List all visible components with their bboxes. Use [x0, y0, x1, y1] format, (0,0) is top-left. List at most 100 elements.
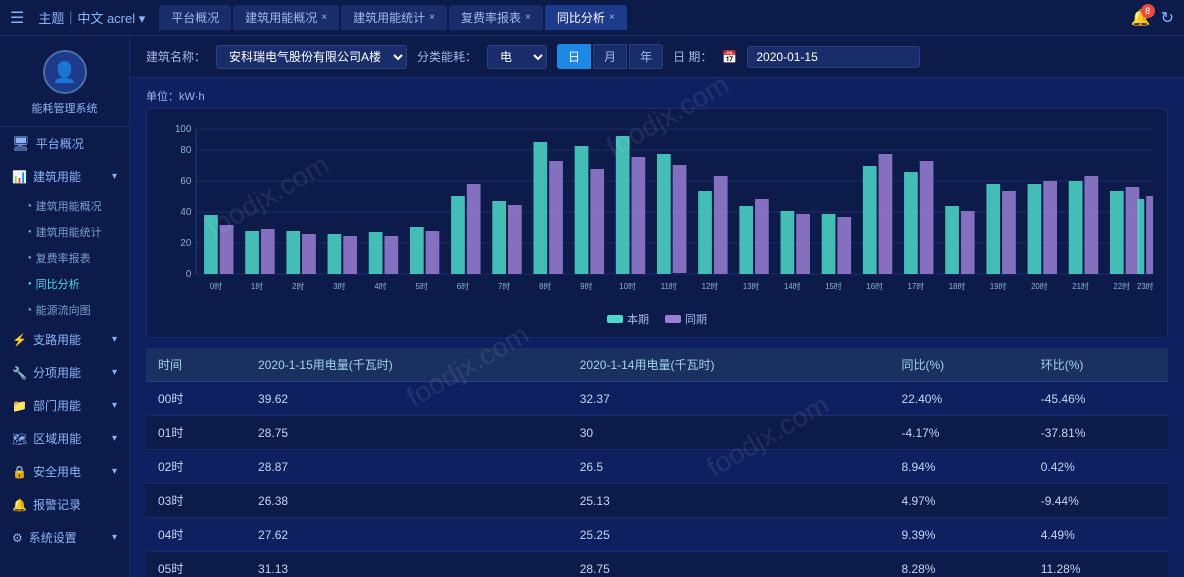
notification-badge: 8: [1141, 4, 1155, 18]
cell-current: 39.62: [246, 382, 568, 416]
legend-color-previous: [665, 315, 681, 323]
cell-current: 26.38: [246, 484, 568, 518]
sidebar-item-platform[interactable]: 🖥 平台概况: [0, 127, 129, 160]
svg-text:11时: 11时: [661, 281, 677, 291]
sidebar-item-branch[interactable]: ⚡ 支路用能 ▾: [0, 323, 129, 356]
chart-container: 0 20 40 60 80 100 0时 1时: [146, 108, 1168, 338]
sidebar-item-energy-flow[interactable]: 能源流向图: [16, 297, 129, 323]
sidebar-item-building[interactable]: 📊 建筑用能 ▾: [0, 160, 129, 193]
close-icon[interactable]: ×: [429, 12, 435, 23]
tab-platform[interactable]: 平台概况: [159, 5, 231, 30]
category-select[interactable]: 电: [487, 45, 547, 69]
svg-text:0时: 0时: [210, 281, 222, 291]
btn-period-month[interactable]: 月: [593, 44, 627, 69]
date-input[interactable]: [747, 46, 920, 68]
btn-period-day[interactable]: 日: [557, 44, 591, 69]
cell-time: 02时: [146, 450, 246, 484]
svg-text:4时: 4时: [374, 281, 386, 291]
cell-yoy: 9.39%: [889, 518, 1028, 552]
table-row: 02时28.8726.58.94%0.42%: [146, 450, 1168, 484]
svg-text:16时: 16时: [866, 281, 883, 291]
main-content: 建筑名称： 安科瑞电气股份有限公司A楼 分类能耗： 电 日 月 年 日 期： 📅…: [130, 36, 1184, 577]
legend-current: 本期: [607, 311, 649, 327]
cell-current: 27.62: [246, 518, 568, 552]
tab-building-overview[interactable]: 建筑用能概况 ×: [233, 5, 339, 30]
tab-rate-report[interactable]: 复费率报表 ×: [449, 5, 543, 30]
col-header-chain: 环比(%): [1029, 348, 1168, 382]
close-icon[interactable]: ×: [525, 12, 531, 23]
svg-text:20: 20: [180, 238, 191, 249]
svg-text:10时: 10时: [619, 281, 636, 291]
svg-text:1时: 1时: [251, 281, 263, 291]
category-icon: 🔧: [12, 366, 27, 380]
svg-text:18时: 18时: [949, 281, 966, 291]
svg-text:12时: 12时: [702, 281, 719, 291]
cell-time: 04时: [146, 518, 246, 552]
sidebar-sub-building: 建筑用能概况 建筑用能统计 复费率报表 同比分析 能源流向图: [0, 193, 129, 323]
chevron-down-icon: ▾: [112, 171, 117, 182]
notification-icon[interactable]: 🔔 8: [1131, 8, 1151, 28]
sidebar-item-building-stats[interactable]: 建筑用能统计: [16, 219, 129, 245]
date-label: 日 期：: [673, 48, 712, 65]
sidebar-item-safety[interactable]: 🔒 安全用电 ▾: [0, 455, 129, 488]
close-icon[interactable]: ×: [321, 12, 327, 23]
tab-yoy-analysis[interactable]: 同比分析 ×: [545, 5, 627, 30]
svg-text:40: 40: [180, 207, 191, 218]
building-select[interactable]: 安科瑞电气股份有限公司A楼: [216, 45, 407, 69]
platform-icon: 🖥: [12, 135, 30, 152]
close-icon[interactable]: ×: [609, 12, 615, 23]
cell-previous: 25.25: [568, 518, 890, 552]
tab-bar: 平台概况 建筑用能概况 × 建筑用能统计 × 复费率报表 × 同比分析 ×: [159, 5, 1124, 30]
filter-bar: 建筑名称： 安科瑞电气股份有限公司A楼 分类能耗： 电 日 月 年 日 期： 📅: [130, 36, 1184, 78]
svg-text:19时: 19时: [990, 281, 1007, 291]
chart-legend: 本期 同期: [157, 311, 1157, 327]
sidebar: 👤 能耗管理系统 🖥 平台概况 📊 建筑用能 ▾ 建筑用能概况 建筑用能统计 复…: [0, 36, 130, 577]
sidebar-item-yoy-analysis[interactable]: 同比分析: [16, 271, 129, 297]
sidebar-item-alarm[interactable]: 🔔 报警记录: [0, 488, 129, 521]
chevron-down-icon: ▾: [112, 367, 117, 378]
btn-period-year[interactable]: 年: [629, 44, 663, 69]
table-row: 01时28.7530-4.17%-37.81%: [146, 416, 1168, 450]
brand-label: 主题｜中文 acrel ▾: [38, 8, 145, 27]
svg-text:5时: 5时: [416, 281, 428, 291]
sidebar-item-rate-report[interactable]: 复费率报表: [16, 245, 129, 271]
chevron-down-icon: ▾: [112, 334, 117, 345]
area-icon: 🗺: [12, 432, 27, 446]
svg-text:21时: 21时: [1072, 281, 1089, 291]
cell-yoy: 8.94%: [889, 450, 1028, 484]
alarm-icon: 🔔: [12, 498, 27, 512]
svg-text:20时: 20时: [1031, 281, 1048, 291]
cell-current: 28.75: [246, 416, 568, 450]
system-title: 能耗管理系统: [32, 100, 98, 116]
data-table-wrap: 时间 2020-1-15用电量(千瓦时) 2020-1-14用电量(千瓦时) 同…: [130, 348, 1184, 577]
legend-color-current: [607, 315, 623, 323]
cell-chain: 0.42%: [1029, 450, 1168, 484]
sidebar-item-settings[interactable]: ⚙ 系统设置 ▾: [0, 521, 129, 554]
sidebar-item-area[interactable]: 🗺 区域用能 ▾: [0, 422, 129, 455]
svg-text:100: 100: [175, 124, 192, 135]
cell-chain: 4.49%: [1029, 518, 1168, 552]
cell-time: 05时: [146, 552, 246, 577]
svg-text:0: 0: [186, 269, 192, 280]
col-header-previous: 2020-1-14用电量(千瓦时): [568, 348, 890, 382]
legend-previous: 同期: [665, 311, 707, 327]
chevron-down-icon: ▾: [112, 532, 117, 543]
sidebar-user: 👤 能耗管理系统: [0, 36, 129, 127]
tab-building-stats[interactable]: 建筑用能统计 ×: [341, 5, 447, 30]
cell-previous: 28.75: [568, 552, 890, 577]
chart-unit: 单位：kW·h: [146, 88, 1168, 104]
cell-current: 28.87: [246, 450, 568, 484]
bar-chart: 0 20 40 60 80 100 0时 1时: [157, 119, 1157, 304]
svg-text:3时: 3时: [333, 281, 345, 291]
svg-text:7时: 7时: [498, 281, 510, 291]
sidebar-item-category[interactable]: 🔧 分项用能 ▾: [0, 356, 129, 389]
sidebar-group-building: 📊 建筑用能 ▾ 建筑用能概况 建筑用能统计 复费率报表 同比分析 能源流向图: [0, 160, 129, 323]
data-table: 时间 2020-1-15用电量(千瓦时) 2020-1-14用电量(千瓦时) 同…: [146, 348, 1168, 577]
sidebar-item-dept[interactable]: 📁 部门用能 ▾: [0, 389, 129, 422]
avatar: 👤: [43, 50, 87, 94]
menu-icon[interactable]: ☰: [10, 8, 24, 28]
chart-area: 单位：kW·h 0 20 40 60 80: [130, 78, 1184, 348]
sidebar-item-building-overview[interactable]: 建筑用能概况: [16, 193, 129, 219]
refresh-icon[interactable]: ↻: [1161, 8, 1174, 28]
svg-text:9时: 9时: [580, 281, 592, 291]
